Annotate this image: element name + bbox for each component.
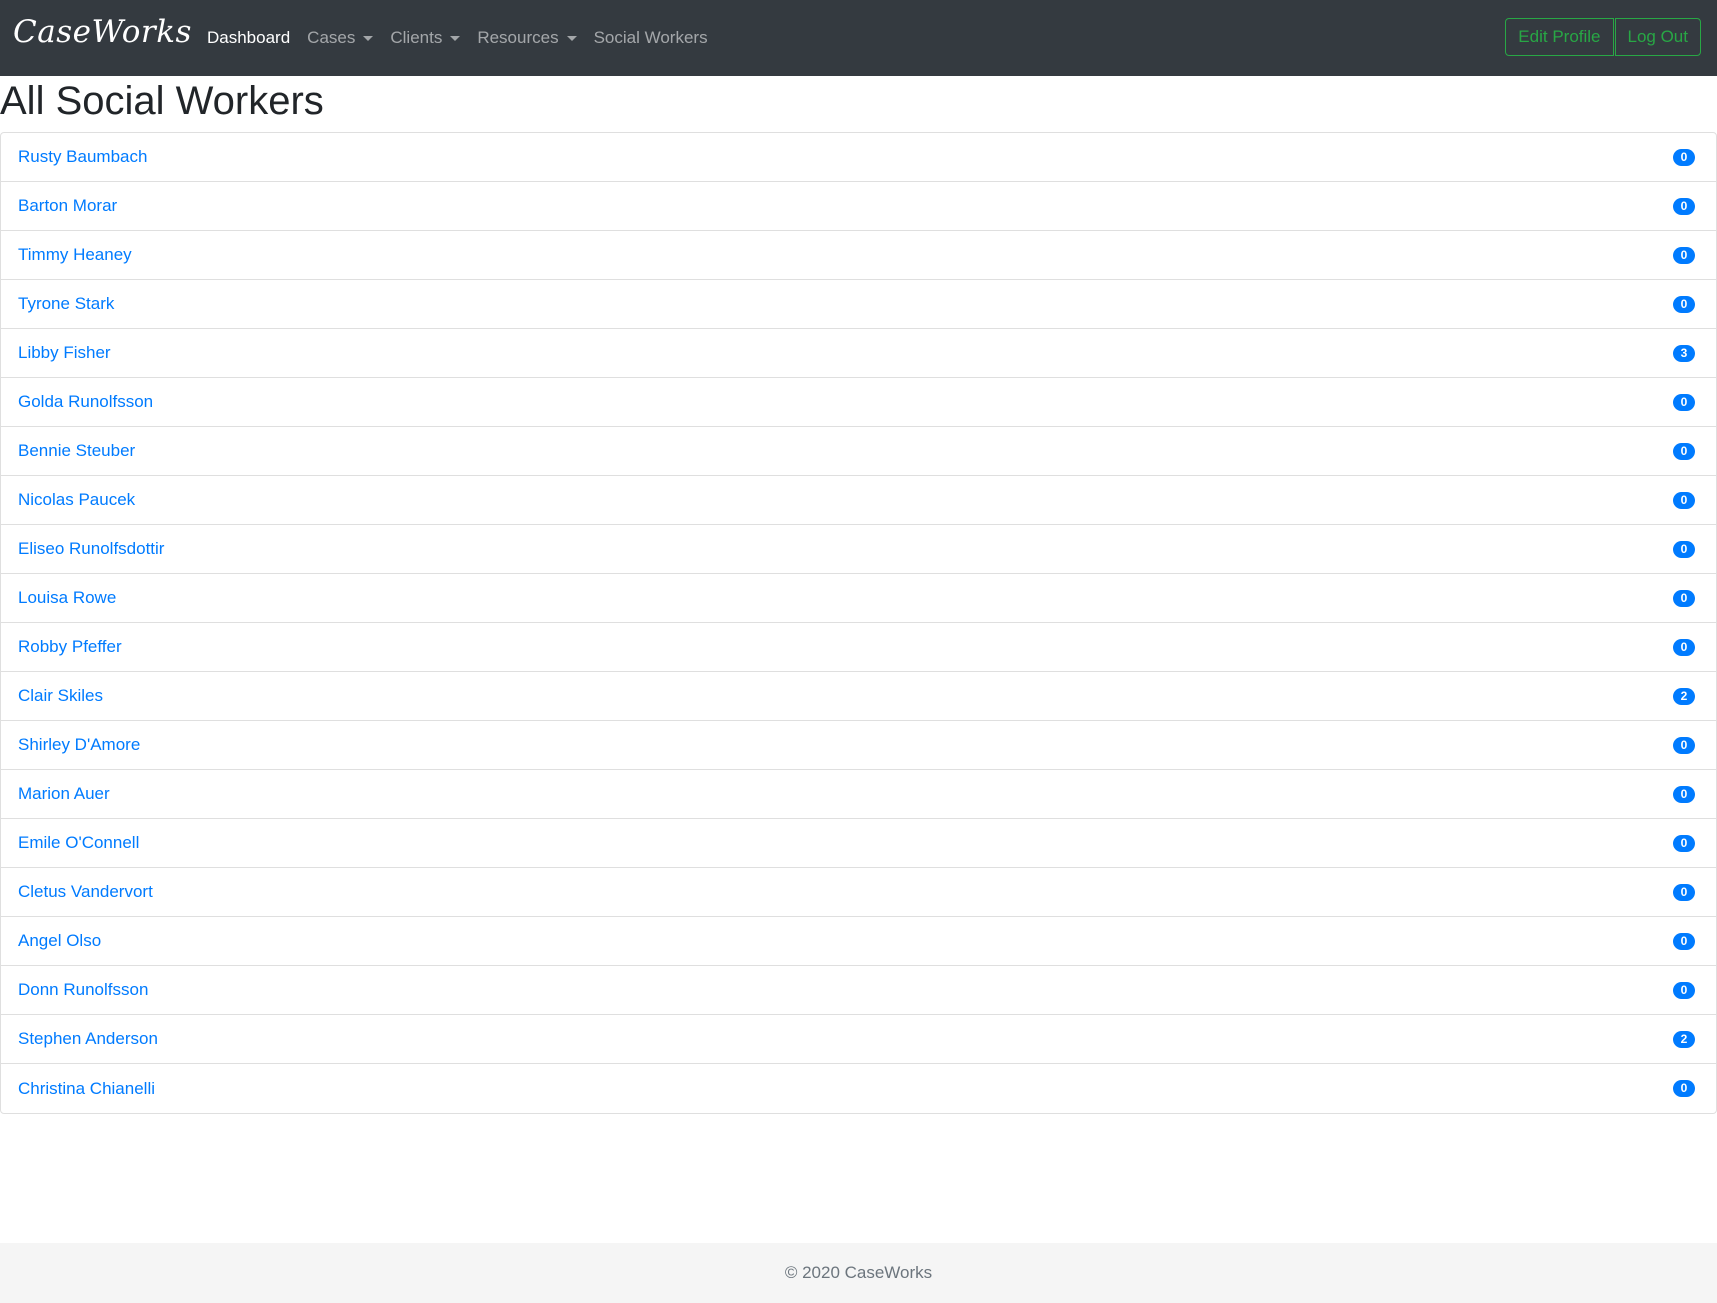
case-count-badge: 0	[1673, 981, 1695, 999]
list-item[interactable]: Barton Morar 0	[1, 182, 1716, 231]
case-count-badge: 0	[1673, 540, 1695, 558]
nav-cases-label: Cases	[307, 28, 356, 47]
worker-name-link[interactable]: Bennie Steuber	[18, 441, 135, 461]
worker-name-link[interactable]: Golda Runolfsson	[18, 392, 153, 412]
case-count-badge: 0	[1673, 491, 1695, 509]
list-item[interactable]: Nicolas Paucek 0	[1, 476, 1716, 525]
caret-down-icon	[566, 35, 577, 41]
list-item[interactable]: Golda Runolfsson 0	[1, 378, 1716, 427]
caret-down-icon	[450, 35, 461, 41]
list-item[interactable]: Stephen Anderson 2	[1, 1015, 1716, 1064]
list-item[interactable]: Tyrone Stark 0	[1, 280, 1716, 329]
social-workers-list: Rusty Baumbach 0 Barton Morar 0 Timmy He…	[0, 132, 1717, 1114]
list-item[interactable]: Rusty Baumbach 0	[1, 133, 1716, 182]
case-count-badge: 0	[1673, 197, 1695, 215]
case-count-badge: 0	[1673, 883, 1695, 901]
list-item[interactable]: Timmy Heaney 0	[1, 231, 1716, 280]
case-count-badge: 3	[1673, 344, 1695, 362]
worker-name-link[interactable]: Christina Chianelli	[18, 1079, 155, 1099]
case-count-badge: 0	[1673, 589, 1695, 607]
worker-name-link[interactable]: Stephen Anderson	[18, 1029, 158, 1049]
nav-dashboard-label: Dashboard	[207, 28, 291, 47]
nav-clients-label: Clients	[390, 28, 443, 47]
worker-name-link[interactable]: Rusty Baumbach	[18, 147, 147, 167]
worker-name-link[interactable]: Shirley D'Amore	[18, 735, 140, 755]
nav-social-workers-label: Social Workers	[593, 28, 708, 47]
worker-name-link[interactable]: Donn Runolfsson	[18, 980, 148, 1000]
edit-profile-button[interactable]: Edit Profile	[1505, 18, 1614, 56]
list-item[interactable]: Clair Skiles 2	[1, 672, 1716, 721]
nav-cases-dropdown[interactable]: Cases	[307, 28, 374, 48]
worker-name-link[interactable]: Emile O'Connell	[18, 833, 139, 853]
case-count-badge: 0	[1673, 736, 1695, 754]
case-count-badge: 0	[1673, 295, 1695, 313]
brand-logo[interactable]: CaseWorks	[13, 14, 192, 50]
case-count-badge: 0	[1673, 246, 1695, 264]
page-title: All Social Workers	[0, 79, 324, 123]
case-count-badge: 0	[1673, 932, 1695, 950]
list-item[interactable]: Cletus Vandervort 0	[1, 868, 1716, 917]
case-count-badge: 0	[1673, 148, 1695, 166]
worker-name-link[interactable]: Eliseo Runolfsdottir	[18, 539, 164, 559]
worker-name-link[interactable]: Cletus Vandervort	[18, 882, 153, 902]
case-count-badge: 0	[1673, 393, 1695, 411]
page-footer: © 2020 CaseWorks	[0, 1243, 1717, 1303]
worker-name-link[interactable]: Angel Olso	[18, 931, 101, 951]
account-actions: Edit Profile Log Out	[1505, 18, 1701, 56]
worker-name-link[interactable]: Louisa Rowe	[18, 588, 116, 608]
list-item[interactable]: Donn Runolfsson 0	[1, 966, 1716, 1015]
nav-clients-dropdown[interactable]: Clients	[390, 28, 461, 48]
list-item[interactable]: Louisa Rowe 0	[1, 574, 1716, 623]
case-count-badge: 2	[1673, 687, 1695, 705]
list-item[interactable]: Christina Chianelli 0	[1, 1064, 1716, 1113]
list-item[interactable]: Eliseo Runolfsdottir 0	[1, 525, 1716, 574]
footer-copyright: © 2020 CaseWorks	[784, 1263, 933, 1282]
case-count-badge: 0	[1673, 638, 1695, 656]
nav-social-workers[interactable]: Social Workers	[594, 28, 708, 48]
case-count-badge: 0	[1673, 442, 1695, 460]
list-item[interactable]: Libby Fisher 3	[1, 329, 1716, 378]
caret-down-icon	[363, 35, 374, 41]
nav-resources-label: Resources	[477, 28, 559, 47]
logout-button[interactable]: Log Out	[1614, 18, 1701, 56]
worker-name-link[interactable]: Marion Auer	[18, 784, 110, 804]
case-count-badge: 2	[1673, 1030, 1695, 1048]
worker-name-link[interactable]: Libby Fisher	[18, 343, 111, 363]
top-navbar: CaseWorks Dashboard Cases Clients Resour…	[0, 0, 1717, 76]
worker-name-link[interactable]: Nicolas Paucek	[18, 490, 135, 510]
nav-resources-dropdown[interactable]: Resources	[477, 28, 577, 48]
worker-name-link[interactable]: Robby Pfeffer	[18, 637, 122, 657]
list-item[interactable]: Robby Pfeffer 0	[1, 623, 1716, 672]
nav-dashboard[interactable]: Dashboard	[207, 28, 290, 48]
worker-name-link[interactable]: Timmy Heaney	[18, 245, 132, 265]
case-count-badge: 0	[1673, 1080, 1695, 1097]
list-item[interactable]: Emile O'Connell 0	[1, 819, 1716, 868]
worker-name-link[interactable]: Barton Morar	[18, 196, 117, 216]
main-nav: Dashboard Cases Clients Resources Social…	[207, 0, 725, 76]
case-count-badge: 0	[1673, 785, 1695, 803]
list-item[interactable]: Angel Olso 0	[1, 917, 1716, 966]
list-item[interactable]: Marion Auer 0	[1, 770, 1716, 819]
worker-name-link[interactable]: Tyrone Stark	[18, 294, 114, 314]
list-item[interactable]: Shirley D'Amore 0	[1, 721, 1716, 770]
case-count-badge: 0	[1673, 834, 1695, 852]
list-item[interactable]: Bennie Steuber 0	[1, 427, 1716, 476]
worker-name-link[interactable]: Clair Skiles	[18, 686, 103, 706]
